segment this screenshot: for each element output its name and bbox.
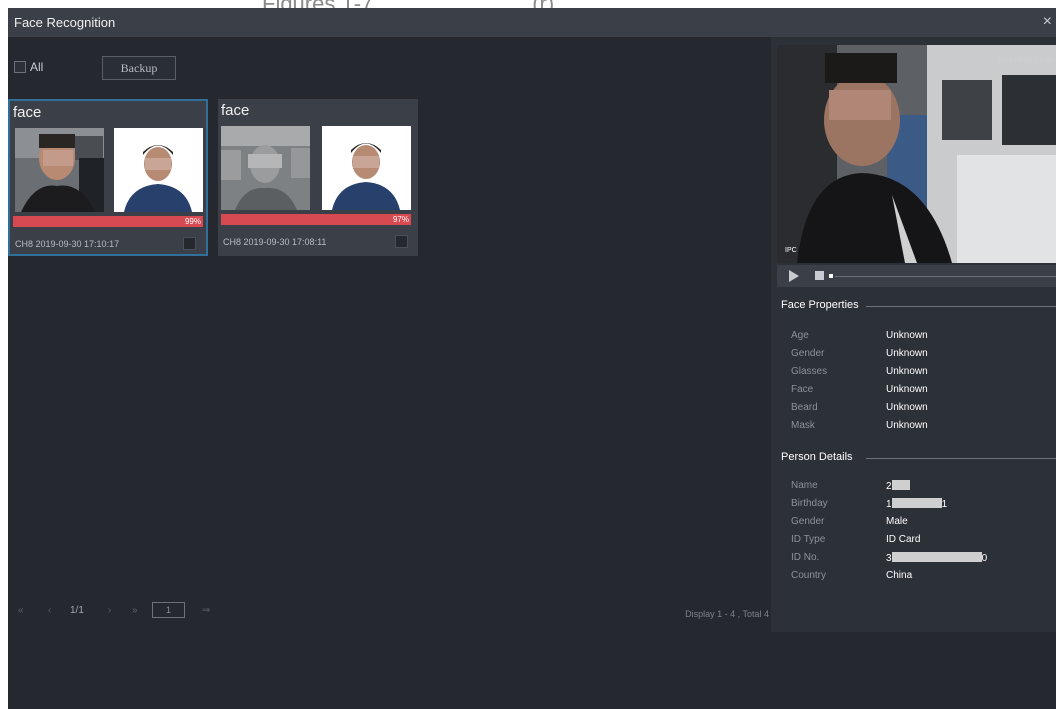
property-row: Mask Unknown — [791, 420, 1051, 436]
snapshot-caption: CH8 2019-09-30 17:10:17 — [15, 239, 120, 249]
close-icon[interactable]: × — [1043, 13, 1052, 31]
last-page-button[interactable]: » — [132, 605, 138, 616]
detail-row: ID No. 30 — [791, 552, 1051, 568]
select-all-checkbox[interactable] — [14, 61, 26, 73]
property-value: Unknown — [886, 330, 928, 341]
detail-row: Gender Male — [791, 516, 1051, 532]
property-key: Age — [791, 330, 809, 341]
registered-photo — [322, 126, 411, 210]
card-type-label: face — [13, 104, 42, 121]
detail-row: ID Type ID Card — [791, 534, 1051, 550]
property-key: Mask — [791, 420, 815, 431]
prev-page-button[interactable]: ‹ — [48, 605, 51, 616]
playback-controls — [777, 265, 1056, 287]
property-row: Age Unknown — [791, 330, 1051, 346]
playhead-marker[interactable] — [829, 274, 833, 278]
snapshot-thumbnail — [15, 128, 104, 212]
snapshot-thumbnail — [221, 126, 310, 210]
page-number-input[interactable]: 1 — [152, 602, 185, 618]
page-indicator: 1/1 — [70, 605, 84, 616]
title-bar: Face Recognition × — [8, 8, 1056, 37]
detail-value: 2 — [886, 480, 910, 492]
detail-row: Country China — [791, 570, 1051, 586]
detail-value: 30 — [886, 552, 988, 564]
display-count: Display 1 - 4 , Total 4 — [685, 609, 769, 619]
channel-label: IPC — [785, 247, 797, 254]
redacted-block — [891, 498, 942, 508]
face-properties-heading: Face Properties — [781, 299, 859, 311]
detail-value: Male — [886, 516, 908, 527]
property-row: Glasses Unknown — [791, 366, 1051, 382]
card-checkbox[interactable] — [395, 235, 408, 248]
detail-value: 11 — [886, 498, 948, 510]
next-page-button[interactable]: › — [108, 605, 111, 616]
property-value: Unknown — [886, 366, 928, 377]
detail-pane: IPC 2019-09-30 17:10 Face Properties Age… — [771, 37, 1056, 632]
card-checkbox[interactable] — [183, 237, 196, 250]
redacted-block — [891, 480, 910, 490]
property-key: Face — [791, 384, 814, 395]
detail-key: Name — [791, 480, 818, 491]
backup-button[interactable]: Backup — [102, 56, 176, 80]
similarity-percent: 99% — [184, 217, 201, 226]
results-pane: All Backup face 99% CH8 2019-09-30 17:10… — [8, 37, 771, 632]
video-playback[interactable]: IPC 2019-09-30 17:10 — [777, 45, 1056, 263]
section-divider — [866, 458, 1056, 459]
detail-row: Birthday 11 — [791, 498, 1051, 514]
video-watermark: 2019-09-30 17:10 — [996, 57, 1052, 64]
property-key: Gender — [791, 348, 825, 359]
page-top-strip: Figures 1-7 (r) — [0, 0, 1056, 16]
property-value: Unknown — [886, 348, 928, 359]
property-value: Unknown — [886, 420, 928, 431]
detail-value: ID Card — [886, 534, 921, 545]
detail-key: Gender — [791, 516, 825, 527]
detail-key: ID Type — [791, 534, 826, 545]
detail-value: China — [886, 570, 913, 581]
similarity-bar: 97% — [221, 214, 411, 225]
select-all-label: All — [30, 60, 44, 74]
detail-key: ID No. — [791, 552, 820, 563]
property-key: Glasses — [791, 366, 828, 377]
snapshot-caption: CH8 2019-09-30 17:08:11 — [223, 237, 327, 247]
person-details-heading: Person Details — [781, 451, 853, 463]
registered-photo — [114, 128, 203, 212]
property-key: Beard — [791, 402, 818, 413]
card-type-label: face — [221, 102, 250, 119]
result-card[interactable]: face — [8, 99, 208, 256]
window-title: Face Recognition — [14, 15, 116, 30]
detail-key: Country — [791, 570, 827, 581]
similarity-percent: 97% — [392, 215, 409, 224]
property-row: Beard Unknown — [791, 402, 1051, 418]
result-card[interactable]: face — [218, 99, 418, 256]
similarity-bar: 99% — [13, 216, 203, 227]
property-row: Gender Unknown — [791, 348, 1051, 364]
play-icon[interactable] — [789, 270, 799, 282]
detail-row: Name 2 — [791, 480, 1051, 496]
redacted-block — [891, 552, 982, 562]
property-value: Unknown — [886, 384, 928, 395]
first-page-button[interactable]: « — [18, 605, 24, 616]
face-recognition-window: Face Recognition × All Backup face 99% C… — [8, 8, 1056, 709]
section-divider — [866, 306, 1056, 307]
go-page-button[interactable]: ⇒ — [202, 605, 210, 616]
footer-area — [8, 632, 1056, 709]
detail-key: Birthday — [791, 498, 828, 509]
stop-icon[interactable] — [815, 271, 824, 280]
playback-progress[interactable] — [835, 276, 1056, 277]
property-row: Face Unknown — [791, 384, 1051, 400]
property-value: Unknown — [886, 402, 928, 413]
